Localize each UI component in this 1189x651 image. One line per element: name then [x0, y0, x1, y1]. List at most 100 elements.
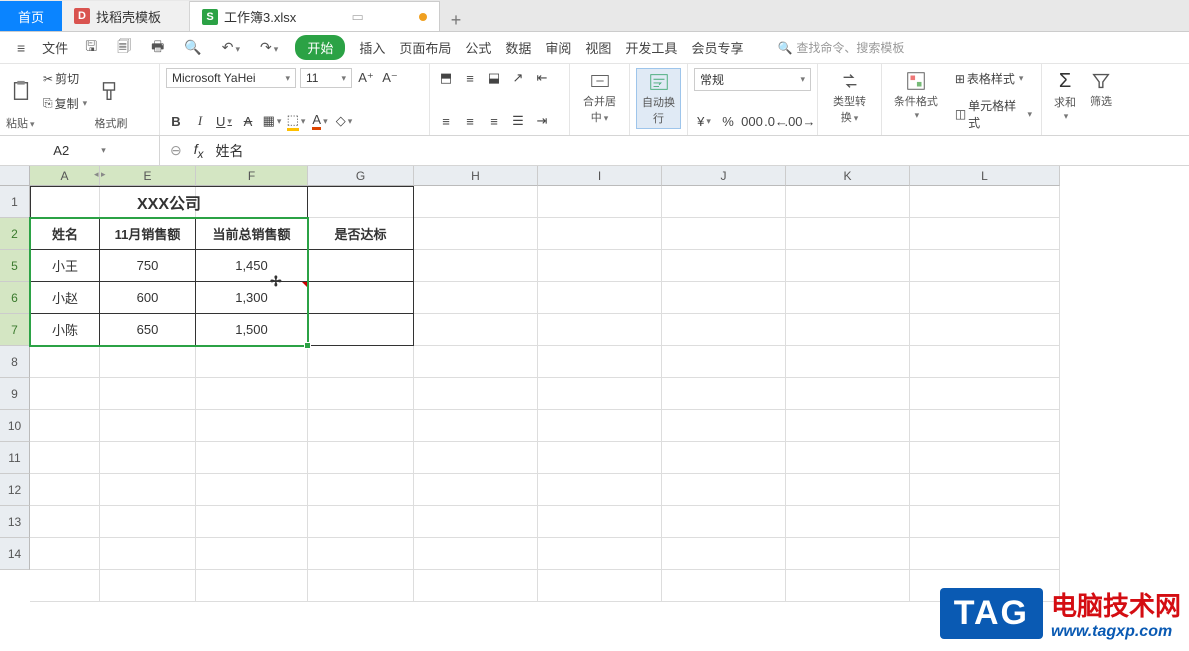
align-bottom-icon[interactable]: ⬓ [484, 68, 504, 88]
cell[interactable] [786, 186, 910, 218]
merge-cells-button[interactable]: 合并居中▾ [576, 68, 623, 127]
preview-icon[interactable]: 🔍 [181, 37, 204, 58]
cell[interactable] [786, 346, 910, 378]
cell[interactable] [786, 314, 910, 346]
cell[interactable] [100, 346, 196, 378]
row-header-13[interactable]: 13 [0, 506, 30, 538]
col-header-F[interactable]: F [196, 166, 308, 186]
cell[interactable] [538, 346, 662, 378]
spreadsheet-grid[interactable]: AEFGHIJKL 12567891011121314 XXX公司 姓名11月销… [0, 166, 1189, 628]
cell[interactable] [308, 378, 414, 410]
align-top-icon[interactable]: ⬒ [436, 68, 456, 88]
fx-icon[interactable]: fx [194, 141, 204, 161]
cell[interactable] [786, 474, 910, 506]
cell[interactable] [414, 378, 538, 410]
cell[interactable] [30, 538, 100, 570]
col-header-I[interactable]: I [538, 166, 662, 186]
cell[interactable] [662, 506, 786, 538]
row-header-1[interactable]: 1 [0, 186, 30, 218]
comma-icon[interactable]: 000 [742, 111, 762, 131]
orientation-icon[interactable]: ↗ [508, 68, 528, 88]
row-header-12[interactable]: 12 [0, 474, 30, 506]
cell[interactable] [308, 442, 414, 474]
search-commands[interactable]: 🔍 查找命令、搜索模板 [777, 39, 904, 56]
cell[interactable] [414, 442, 538, 474]
cell[interactable] [538, 186, 662, 218]
cell[interactable] [538, 410, 662, 442]
cell[interactable] [414, 314, 538, 346]
cell[interactable] [910, 506, 1060, 538]
row-header-5[interactable]: 5 [0, 250, 30, 282]
cell[interactable] [100, 378, 196, 410]
cell[interactable] [538, 570, 662, 602]
redo-icon[interactable]: ↷▾ [257, 37, 281, 58]
cell[interactable] [414, 538, 538, 570]
name-box[interactable]: A2 ▾ [0, 136, 160, 165]
cell[interactable] [662, 218, 786, 250]
cell[interactable] [662, 378, 786, 410]
cell[interactable] [30, 570, 100, 602]
menu-pagelayout[interactable]: 页面布局 [399, 38, 451, 57]
cell[interactable] [910, 378, 1060, 410]
table-style-button[interactable]: ⊞ 表格样式▾ [952, 68, 1035, 89]
formula-value[interactable]: 姓名 [215, 141, 243, 161]
underline-button[interactable]: U▾ [214, 111, 234, 131]
table-cell[interactable]: 750 [100, 250, 196, 282]
menu-insert[interactable]: 插入 [359, 38, 385, 57]
cell[interactable] [30, 378, 100, 410]
indent-in-icon[interactable]: ⇥ [532, 111, 552, 131]
currency-icon[interactable]: ¥▾ [694, 111, 714, 131]
align-center-icon[interactable]: ≡ [460, 111, 480, 131]
auto-wrap-button[interactable]: 自动换行 [636, 68, 681, 129]
tab-home[interactable]: 首页 [0, 1, 62, 31]
table-cell[interactable] [308, 314, 414, 346]
cell[interactable] [414, 570, 538, 602]
indent-out-icon[interactable]: ⇤ [532, 68, 552, 88]
paste-button[interactable] [6, 78, 36, 104]
align-right-icon[interactable]: ≡ [484, 111, 504, 131]
copy-button[interactable]: ⎘ 复制▾ [40, 93, 90, 114]
menu-view[interactable]: 视图 [585, 38, 611, 57]
cell[interactable] [196, 346, 308, 378]
font-color-button[interactable]: A▾ [310, 111, 330, 131]
cell[interactable] [662, 474, 786, 506]
cell[interactable] [308, 570, 414, 602]
row-header-7[interactable]: 7 [0, 314, 30, 346]
table-header-cell[interactable]: 当前总销售额 [196, 218, 308, 250]
percent-icon[interactable]: % [718, 111, 738, 131]
cell[interactable] [308, 346, 414, 378]
cell[interactable] [910, 346, 1060, 378]
font-increase-icon[interactable]: A⁺ [356, 68, 376, 88]
type-convert-button[interactable]: 类型转换▾ [824, 68, 875, 127]
cell[interactable] [414, 474, 538, 506]
align-middle-icon[interactable]: ≡ [460, 68, 480, 88]
col-header-L[interactable]: L [910, 166, 1060, 186]
cell[interactable] [538, 250, 662, 282]
cell[interactable] [100, 442, 196, 474]
cell[interactable] [786, 218, 910, 250]
row-header-11[interactable]: 11 [0, 442, 30, 474]
table-header-cell[interactable]: 是否达标 [308, 218, 414, 250]
dec-decimal-icon[interactable]: .00→ [790, 111, 810, 131]
fill-color-button[interactable]: ⬚▾ [286, 111, 306, 131]
col-header-H[interactable]: H [414, 166, 538, 186]
print-icon[interactable]: 🖶 [148, 34, 167, 62]
cell[interactable] [786, 282, 910, 314]
hamburger-icon[interactable]: ≡ [14, 38, 28, 58]
cell[interactable] [910, 218, 1060, 250]
cell[interactable] [910, 282, 1060, 314]
col-header-E[interactable]: E [100, 166, 196, 186]
table-header-cell[interactable]: 姓名 [30, 218, 100, 250]
cell[interactable] [910, 314, 1060, 346]
cell[interactable] [100, 570, 196, 602]
table-cell[interactable] [308, 250, 414, 282]
cut-button[interactable]: ✂ 剪切 [40, 68, 90, 89]
cell[interactable] [196, 506, 308, 538]
cell[interactable] [910, 474, 1060, 506]
cell[interactable] [662, 346, 786, 378]
cell[interactable] [100, 538, 196, 570]
cell[interactable] [196, 474, 308, 506]
cell[interactable] [196, 570, 308, 602]
col-header-A[interactable]: A [30, 166, 100, 186]
table-header-cell[interactable]: 11月销售额 [100, 218, 196, 250]
